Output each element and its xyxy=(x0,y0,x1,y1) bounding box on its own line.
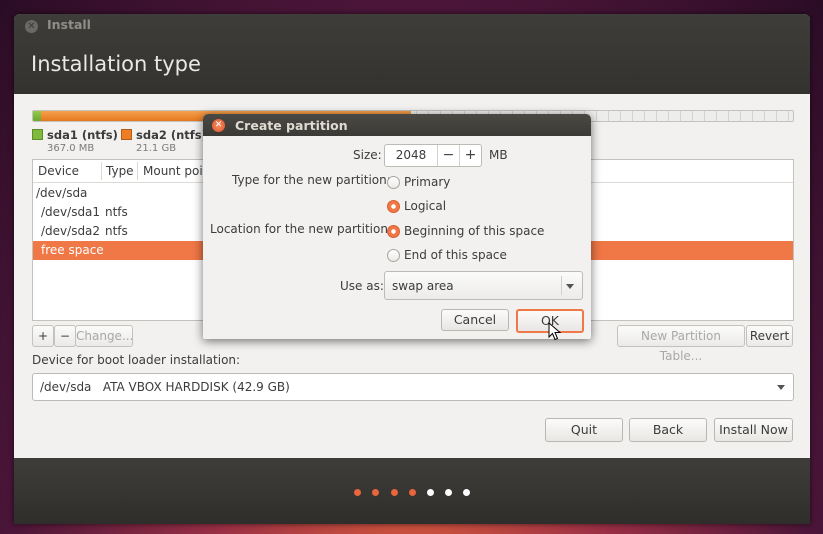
bootloader-device-select[interactable]: /dev/sda ATA VBOX HARDDISK (42.9 GB) xyxy=(32,373,794,401)
window-titlebar: ✕ Install Installation type xyxy=(14,14,810,94)
chevron-down-icon xyxy=(566,283,574,289)
cell-device: /dev/sda2 xyxy=(41,224,101,238)
cell-type: ntfs xyxy=(105,205,128,219)
new-partition-table-button[interactable]: New Partition Table... xyxy=(617,325,745,363)
install-now-button[interactable]: Install Now xyxy=(714,418,793,442)
dialog-title: Create partition xyxy=(235,118,348,133)
cell-device: free space xyxy=(41,243,104,257)
add-partition-button[interactable]: + xyxy=(32,325,54,347)
chevron-down-icon xyxy=(777,385,785,390)
size-label: Size: xyxy=(353,148,382,162)
quit-button[interactable]: Quit xyxy=(545,418,623,442)
progress-dot xyxy=(463,489,470,496)
cell-device: /dev/sda1 xyxy=(41,205,101,219)
bootloader-device-value: /dev/sda ATA VBOX HARDDISK (42.9 GB) xyxy=(40,380,290,394)
cancel-button[interactable]: Cancel xyxy=(441,309,509,331)
progress-dot xyxy=(445,489,452,496)
beginning-radio[interactable] xyxy=(387,225,400,238)
progress-dot xyxy=(427,489,434,496)
column-header-type[interactable]: Type xyxy=(106,164,134,178)
remove-partition-button[interactable]: − xyxy=(54,325,76,347)
partition-type-label: Type for the new partition: xyxy=(232,173,391,187)
legend-size: 367.0 MB xyxy=(47,143,95,154)
change-partition-button[interactable]: Change... xyxy=(75,325,133,347)
revert-button[interactable]: Revert xyxy=(746,325,793,347)
progress-dot xyxy=(409,489,416,496)
use-as-select[interactable]: swap area xyxy=(384,271,583,300)
use-as-value: swap area xyxy=(392,279,454,293)
page-title: Installation type xyxy=(31,52,201,76)
back-button[interactable]: Back xyxy=(629,418,707,442)
close-icon[interactable]: ✕ xyxy=(212,119,225,132)
bootloader-label: Device for boot loader installation: xyxy=(32,353,241,367)
location-label: Location for the new partition: xyxy=(210,222,392,236)
size-input[interactable]: 2048 xyxy=(385,148,437,162)
size-stepper[interactable]: 2048 − + xyxy=(384,144,482,167)
primary-label[interactable]: Primary xyxy=(404,175,450,189)
cell-device: /dev/sda xyxy=(36,186,88,200)
cell-type: ntfs xyxy=(105,224,128,238)
column-header-mount[interactable]: Mount poi xyxy=(143,164,203,178)
progress-footer xyxy=(14,458,810,524)
end-radio[interactable] xyxy=(387,249,400,262)
logical-label[interactable]: Logical xyxy=(404,199,446,213)
logical-radio[interactable] xyxy=(387,200,400,213)
progress-dot xyxy=(354,489,361,496)
legend-name: sda1 (ntfs) xyxy=(47,128,118,142)
use-as-label: Use as: xyxy=(340,279,384,293)
close-icon[interactable]: ✕ xyxy=(25,20,38,33)
partition-segment-sda1 xyxy=(33,111,41,121)
column-header-device[interactable]: Device xyxy=(38,164,79,178)
progress-dot xyxy=(391,489,398,496)
decrement-button[interactable]: − xyxy=(437,145,459,166)
end-label[interactable]: End of this space xyxy=(404,248,507,262)
beginning-label[interactable]: Beginning of this space xyxy=(404,224,544,238)
size-unit: MB xyxy=(489,148,508,162)
primary-radio[interactable] xyxy=(387,176,400,189)
legend-swatch xyxy=(121,129,132,140)
progress-dot xyxy=(372,489,379,496)
mouse-cursor-icon xyxy=(548,322,562,341)
legend-size: 21.1 GB xyxy=(136,143,177,154)
window-title: Install xyxy=(47,17,91,32)
legend-swatch xyxy=(32,129,43,140)
legend-name: sda2 (ntfs) xyxy=(136,128,207,142)
create-partition-dialog: ✕ Create partition Size: 2048 − + MB Typ… xyxy=(203,114,591,339)
dialog-titlebar: ✕ Create partition xyxy=(203,114,591,136)
increment-button[interactable]: + xyxy=(459,145,481,166)
